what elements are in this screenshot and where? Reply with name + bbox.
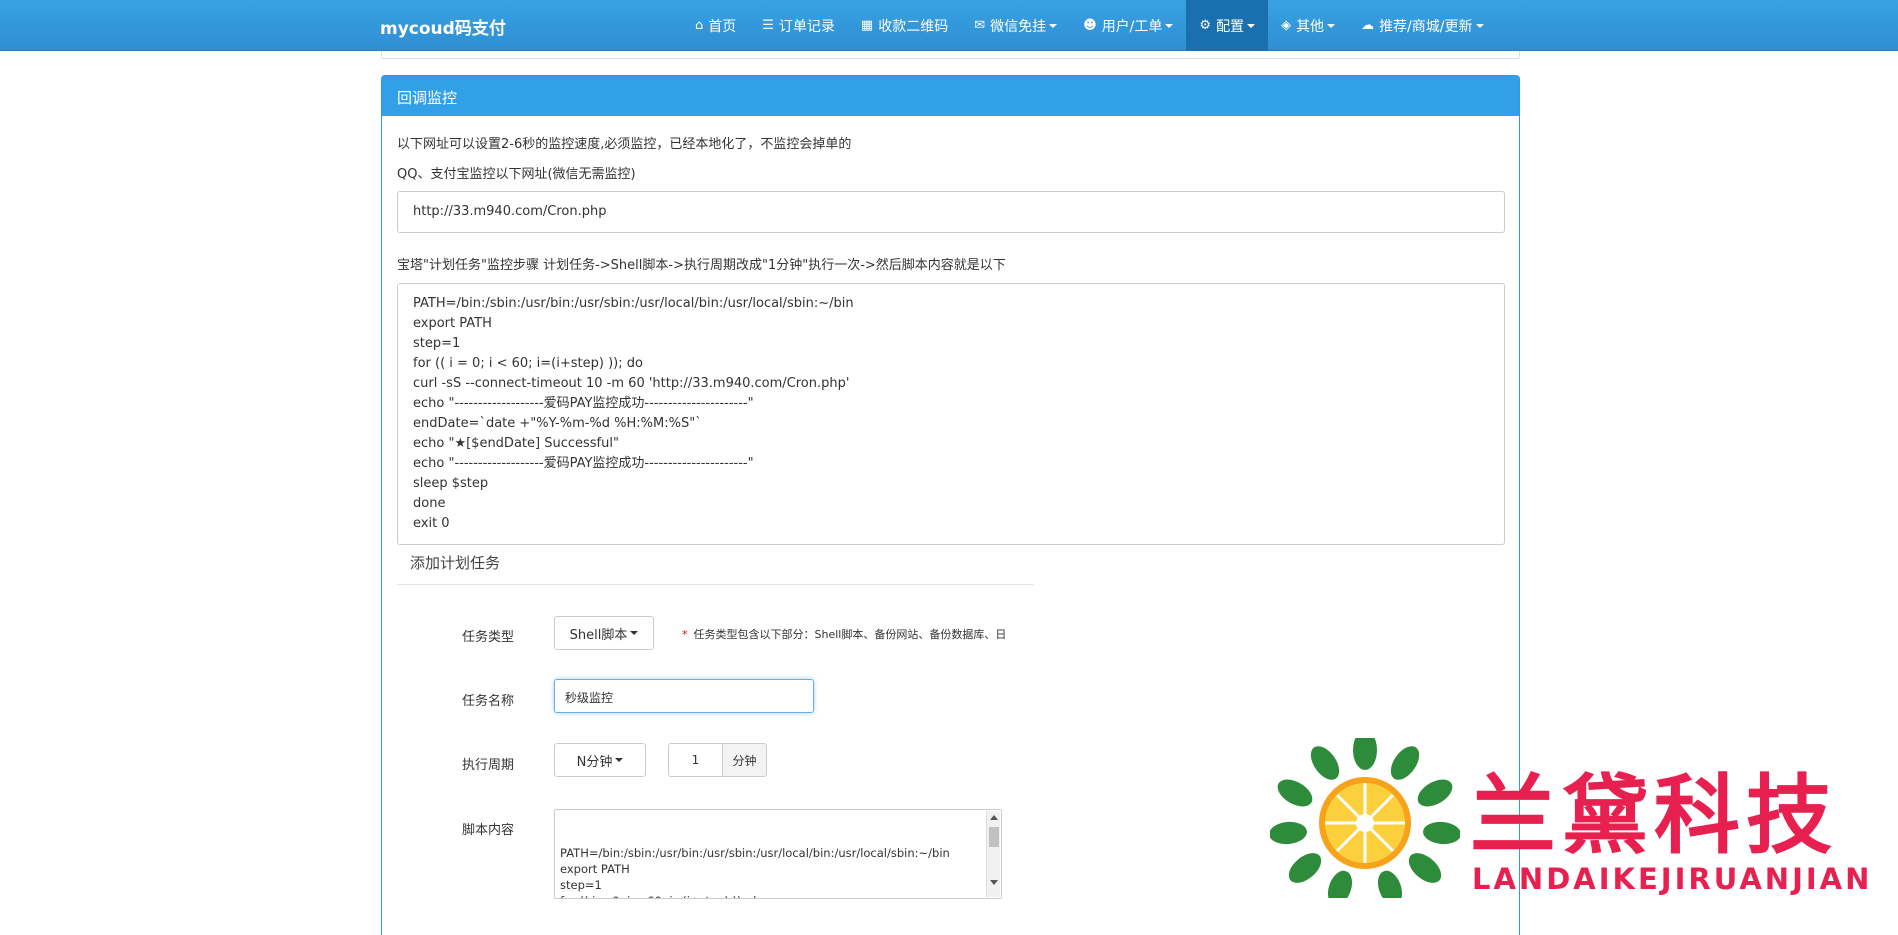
code-line: for (( i = 0; i < 60; i=(i+step) )); do: [413, 356, 643, 371]
required-star-icon: *: [682, 628, 688, 641]
task-type-note-text: 任务类型包含以下部分：Shell脚本、备份网站、备份数据库、日: [693, 628, 1007, 641]
nav-item-0[interactable]: ⌂ 首页: [682, 0, 749, 51]
code-line: step=1: [413, 336, 461, 351]
watermark-subtitle: LANDAIKEJIRUANJIAN: [1472, 862, 1873, 896]
code-line: PATH=/bin:/sbin:/usr/bin:/usr/sbin:/usr/…: [413, 296, 854, 311]
script-content-text: PATH=/bin:/sbin:/usr/bin:/usr/sbin:/usr/…: [560, 845, 981, 898]
script-content-textarea[interactable]: PATH=/bin:/sbin:/usr/bin:/usr/sbin:/usr/…: [554, 809, 1002, 899]
task-type-label: 任务类型: [461, 630, 514, 645]
code-line: curl -sS --connect-timeout 10 -m 60 'htt…: [413, 376, 850, 391]
code-line: echo "-------------------爱码PAY监控成功------…: [413, 456, 754, 471]
cloud-icon: ☁: [1361, 18, 1375, 33]
cron-url-field[interactable]: http://33.m940.com/Cron.php: [397, 191, 1505, 233]
cron-script-textarea[interactable]: PATH=/bin:/sbin:/usr/bin:/usr/sbin:/usr/…: [397, 283, 1505, 545]
period-unit-addon: 分钟: [722, 743, 767, 777]
task-type-note: * 任务类型包含以下部分：Shell脚本、备份网站、备份数据库、日: [682, 626, 1034, 642]
nav-item-label: 订单记录: [778, 18, 835, 35]
task-type-dropdown[interactable]: Shell脚本: [554, 616, 654, 650]
nav-item-7[interactable]: ☁ 推荐/商城/更新: [1348, 0, 1496, 51]
code-line: PATH=/bin:/sbin:/usr/bin:/usr/sbin:/usr/…: [560, 846, 950, 860]
code-line: echo "-------------------爱码PAY监控成功------…: [413, 396, 754, 411]
task-name-label: 任务名称: [461, 694, 514, 709]
add-task-title: 添加计划任务: [410, 554, 501, 572]
period-dropdown[interactable]: N分钟: [554, 743, 646, 777]
user-icon: ☻: [1083, 18, 1097, 33]
code-line: export PATH: [560, 862, 630, 876]
wechat-icon: ✉: [974, 18, 986, 33]
cube-icon: ◈: [1281, 18, 1292, 33]
textarea-scrollbar[interactable]: [986, 811, 1000, 897]
caret-down-icon: [1247, 23, 1256, 28]
section-divider: [397, 584, 1034, 585]
code-line: sleep $step: [413, 476, 489, 491]
scroll-up-icon[interactable]: [990, 815, 998, 820]
period-number-input[interactable]: 1: [668, 743, 723, 777]
code-line: step=1: [560, 878, 602, 892]
caret-down-icon: [1327, 23, 1336, 28]
home-icon: ⌂: [695, 18, 704, 33]
scroll-thumb[interactable]: [989, 827, 999, 847]
top-navbar: mycoud码支付 ⌂ 首页 ☰ 订单记录 ▦ 收款二维码 ✉ 微信免挂 ☻ 用户/工单 ⚙ 配置 ◈ 其…: [0, 0, 1898, 51]
nav-item-1[interactable]: ☰ 订单记录: [749, 0, 848, 51]
main-nav: ⌂ 首页 ☰ 订单记录 ▦ 收款二维码 ✉ 微信免挂 ☻ 用户/工单 ⚙ 配置 ◈ 其他 ☁ 推荐/商城/更新: [682, 0, 1497, 51]
sub-intro-text: QQ、支付宝监控以下网址(微信无需监控): [397, 167, 636, 182]
caret-down-icon: [630, 631, 639, 635]
caret-down-icon: [1475, 23, 1484, 28]
code-line: endDate=`date +"%Y-%m-%d %H:%M:%S"`: [413, 416, 702, 431]
panel-title: 回调监控: [382, 76, 1519, 116]
nav-item-5[interactable]: ⚙ 配置: [1186, 0, 1269, 51]
nav-item-label: 用户/工单: [1101, 18, 1163, 35]
nav-item-label: 其他: [1296, 18, 1325, 35]
nav-item-label: 微信免挂: [990, 18, 1047, 35]
period-label: 执行周期: [461, 758, 514, 773]
script-label: 脚本内容: [461, 823, 514, 838]
task-name-input[interactable]: 秒级监控: [554, 679, 814, 713]
brand-logo-text[interactable]: mycoud码支付: [380, 14, 506, 39]
scroll-down-icon[interactable]: [990, 880, 998, 885]
nav-item-2[interactable]: ▦ 收款二维码: [848, 0, 961, 51]
gear-icon: ⚙: [1199, 18, 1212, 33]
task-type-value: Shell脚本: [569, 627, 628, 643]
code-line: echo "★[$endDate] Successful": [413, 436, 619, 451]
list-icon: ☰: [762, 18, 774, 33]
watermark-title: 兰黛科技: [1470, 766, 1838, 866]
code-line: for (( i = 0; i < 60; i=(i+step) )); do: [560, 893, 981, 898]
previous-panel-edge: [381, 51, 1520, 59]
orange-leaf-logo-icon: [1270, 738, 1460, 898]
code-line: done: [413, 496, 446, 511]
nav-item-label: 收款二维码: [878, 18, 949, 35]
period-value: N分钟: [576, 754, 613, 770]
caret-down-icon: [1165, 23, 1174, 28]
nav-item-4[interactable]: ☻ 用户/工单: [1070, 0, 1186, 51]
bt-steps-text: 宝塔"计划任务"监控步骤 计划任务->Shell脚本->执行周期改成"1分钟"执…: [397, 258, 1006, 273]
intro-text: 以下网址可以设置2-6秒的监控速度,必须监控，已经本地化了，不监控会掉单的: [397, 137, 852, 152]
code-line: exit 0: [413, 516, 450, 531]
caret-down-icon: [615, 758, 624, 762]
code-line: export PATH: [413, 316, 492, 331]
nav-item-label: 配置: [1216, 18, 1245, 35]
nav-item-label: 推荐/商城/更新: [1379, 18, 1473, 35]
nav-item-3[interactable]: ✉ 微信免挂: [961, 0, 1070, 51]
qrcode-icon: ▦: [860, 18, 874, 33]
nav-item-label: 首页: [708, 18, 737, 35]
nav-item-6[interactable]: ◈ 其他: [1268, 0, 1348, 51]
caret-down-icon: [1049, 23, 1058, 28]
